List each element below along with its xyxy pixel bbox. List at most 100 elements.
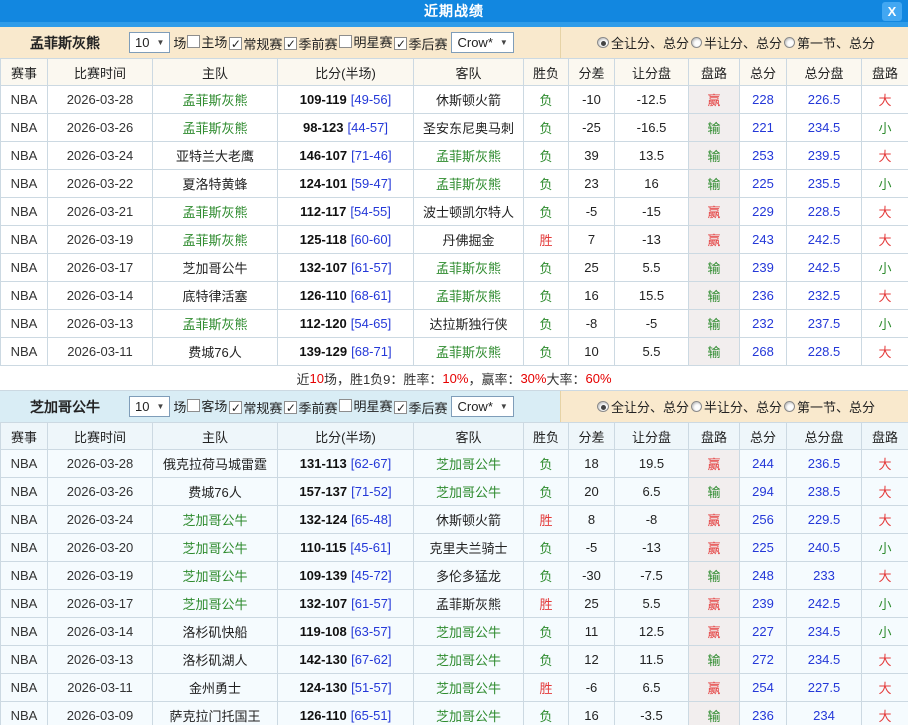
total-cell: 236 — [740, 702, 787, 725]
radio-label: 全让分、总分 — [611, 397, 689, 416]
diff-cell: -30 — [569, 562, 615, 590]
checkbox-icon[interactable]: ✓ — [394, 401, 407, 414]
games-count-select[interactable]: 10▼ — [129, 396, 170, 417]
result-cell: 负 — [524, 114, 569, 142]
score-cell: 142-130[67-62] — [278, 646, 414, 674]
radio-icon[interactable] — [597, 37, 609, 48]
date-cell: 2026-03-28 — [48, 86, 153, 114]
league-cell: NBA — [1, 142, 48, 170]
date-cell: 2026-03-19 — [48, 562, 153, 590]
record-summary: 近 10 场，胜1负9：胜率：10%，赢率：30% 大率：60% — [0, 366, 908, 391]
filter-checkbox[interactable]: 明星赛 — [338, 396, 393, 415]
filter-checkbox[interactable]: ✓季后赛 — [393, 398, 448, 417]
score-mode-radio[interactable]: 半让分、总分 — [691, 33, 782, 52]
score-cell: 112-117[54-55] — [278, 198, 414, 226]
total-line-cell: 233 — [787, 562, 862, 590]
total-line-cell: 232.5 — [787, 282, 862, 310]
handicap-result-cell: 赢 — [689, 506, 740, 534]
chevron-down-icon: ▼ — [156, 38, 164, 47]
odds-source-select[interactable]: Crow*▼ — [451, 32, 513, 53]
home-team-cell: 费城76人 — [153, 478, 278, 506]
game-row: NBA2026-03-22夏洛特黄蜂124-101[59-47]孟菲斯灰熊负23… — [1, 170, 908, 198]
total-result-cell: 大 — [862, 674, 908, 702]
odds-source-select[interactable]: Crow*▼ — [451, 396, 513, 417]
away-team-cell: 芝加哥公牛 — [414, 646, 524, 674]
handicap-cell: -15 — [615, 198, 689, 226]
column-header: 比分(半场) — [278, 423, 414, 450]
handicap-result-cell: 输 — [689, 170, 740, 198]
column-header: 胜负 — [524, 59, 569, 86]
checkbox-icon[interactable]: ✓ — [284, 401, 297, 414]
filter-checkbox[interactable]: ✓季后赛 — [393, 34, 448, 53]
radio-icon[interactable] — [691, 401, 702, 412]
score-cell: 124-101[59-47] — [278, 170, 414, 198]
checkbox-icon[interactable]: ✓ — [284, 37, 297, 50]
total-cell: 253 — [740, 142, 787, 170]
result-cell: 胜 — [524, 674, 569, 702]
result-cell: 负 — [524, 478, 569, 506]
filter-checkbox[interactable]: ✓常规赛 — [228, 398, 283, 417]
home-team-cell: 洛杉矶湖人 — [153, 646, 278, 674]
total-line-cell: 236.5 — [787, 450, 862, 478]
radio-icon[interactable] — [597, 401, 609, 412]
date-cell: 2026-03-14 — [48, 618, 153, 646]
checkbox-icon[interactable]: ✓ — [229, 401, 242, 414]
game-row: NBA2026-03-24亚特兰大老鹰146-107[71-46]孟菲斯灰熊负3… — [1, 142, 908, 170]
radio-icon[interactable] — [784, 401, 795, 412]
total-cell: 221 — [740, 114, 787, 142]
diff-cell: 18 — [569, 450, 615, 478]
total-result-cell: 大 — [862, 702, 908, 725]
handicap-result-cell: 输 — [689, 310, 740, 338]
score-mode-radio[interactable]: 全让分、总分 — [594, 397, 689, 416]
checkbox-icon[interactable]: ✓ — [229, 37, 242, 50]
radio-label: 半让分、总分 — [704, 33, 782, 52]
diff-cell: 10 — [569, 338, 615, 366]
score-cell: 110-115[45-61] — [278, 534, 414, 562]
filter-checkbox[interactable]: ✓季前赛 — [283, 398, 338, 417]
league-cell: NBA — [1, 646, 48, 674]
checkbox-icon[interactable] — [339, 399, 352, 412]
result-cell: 负 — [524, 562, 569, 590]
games-count-select[interactable]: 10▼ — [129, 32, 170, 53]
summary-text: 30% — [520, 371, 546, 386]
chevron-down-icon: ▼ — [500, 38, 508, 47]
radio-group-section-2: 全让分、总分半让分、总分第一节、总分 — [560, 391, 908, 422]
score-mode-radio[interactable]: 第一节、总分 — [784, 397, 875, 416]
checkbox-icon[interactable] — [339, 35, 352, 48]
checkbox-icon[interactable]: ✓ — [394, 37, 407, 50]
league-cell: NBA — [1, 86, 48, 114]
filter-checkbox[interactable]: 主场 — [186, 32, 228, 51]
filter-checkbox[interactable]: ✓季前赛 — [283, 34, 338, 53]
checkbox-icon[interactable] — [187, 399, 200, 412]
filter-checkbox[interactable]: 客场 — [186, 396, 228, 415]
column-header: 胜负 — [524, 423, 569, 450]
total-line-cell: 242.5 — [787, 254, 862, 282]
total-cell: 256 — [740, 506, 787, 534]
close-button[interactable]: X — [882, 2, 902, 21]
handicap-result-cell: 输 — [689, 114, 740, 142]
filter-checkbox-group: 客场✓常规赛✓季前赛明星赛✓季后赛 — [186, 396, 448, 418]
home-team-cell: 夏洛特黄蜂 — [153, 170, 278, 198]
game-row: NBA2026-03-13洛杉矶湖人142-130[67-62]芝加哥公牛负12… — [1, 646, 908, 674]
section-team-name: 孟菲斯灰熊 — [30, 33, 126, 53]
home-team-cell: 芝加哥公牛 — [153, 254, 278, 282]
total-result-cell: 大 — [862, 282, 908, 310]
handicap-cell: -13 — [615, 534, 689, 562]
filterbar-section-1: 孟菲斯灰熊 10▼ 场 主场✓常规赛✓季前赛明星赛✓季后赛 Crow*▼ 全让分… — [0, 27, 908, 58]
checkbox-icon[interactable] — [187, 35, 200, 48]
handicap-result-cell: 赢 — [689, 450, 740, 478]
score-mode-radio[interactable]: 第一节、总分 — [784, 33, 875, 52]
score-mode-radio[interactable]: 半让分、总分 — [691, 397, 782, 416]
checkbox-label: 季前赛 — [298, 34, 337, 53]
summary-text: 60% — [586, 371, 612, 386]
league-cell: NBA — [1, 590, 48, 618]
radio-icon[interactable] — [691, 37, 702, 48]
radio-icon[interactable] — [784, 37, 795, 48]
filter-checkbox[interactable]: ✓常规赛 — [228, 34, 283, 53]
game-row: NBA2026-03-14底特律活塞126-110[68-61]孟菲斯灰熊负16… — [1, 282, 908, 310]
score-cell: 112-120[54-65] — [278, 310, 414, 338]
filter-checkbox[interactable]: 明星赛 — [338, 32, 393, 51]
date-cell: 2026-03-24 — [48, 142, 153, 170]
date-cell: 2026-03-26 — [48, 478, 153, 506]
score-mode-radio[interactable]: 全让分、总分 — [594, 33, 689, 52]
